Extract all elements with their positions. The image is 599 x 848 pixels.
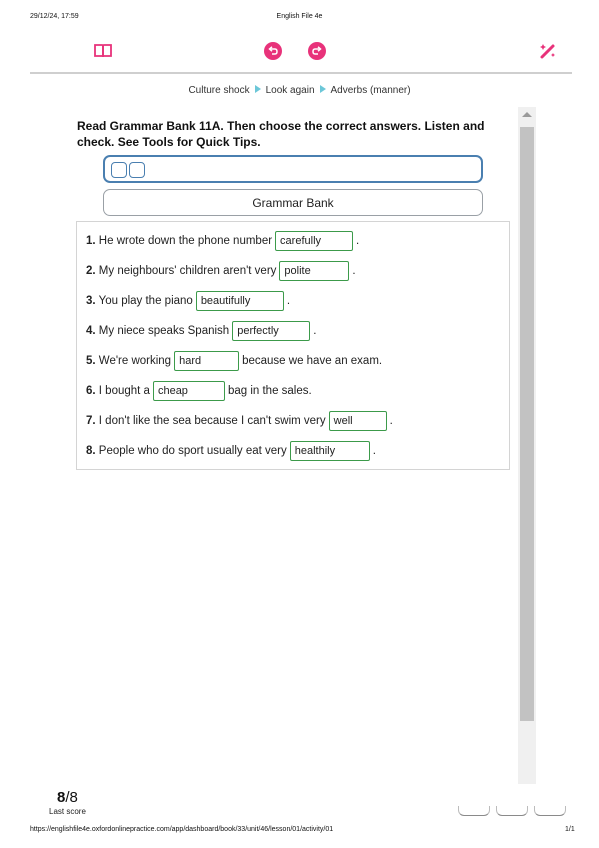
footer-button[interactable] bbox=[496, 806, 528, 816]
grammar-bank-button[interactable]: Grammar Bank bbox=[103, 189, 483, 216]
print-title: English File 4e bbox=[276, 13, 323, 20]
score-label: Last score bbox=[49, 807, 86, 816]
question-row: 3. You play the piano beautifully. bbox=[86, 290, 290, 312]
question-row: 1. He wrote down the phone number careful… bbox=[86, 230, 359, 252]
instructions: Read Grammar Bank 11A. Then choose the c… bbox=[77, 119, 485, 149]
footer-button[interactable] bbox=[534, 806, 566, 816]
breadcrumb: Culture shock Look again Adverbs (manner) bbox=[0, 85, 599, 96]
question-row: 6. I bought a cheap bag in the sales. bbox=[86, 380, 312, 402]
tool-toggle-icon[interactable] bbox=[129, 162, 145, 178]
answer-field[interactable]: hard bbox=[174, 350, 240, 371]
answer-field[interactable]: healthily bbox=[289, 440, 370, 461]
print-url: https://englishfile4e.oxfordonlinepracti… bbox=[30, 826, 334, 833]
question-row: 8. People who do sport usually eat very h… bbox=[86, 440, 376, 462]
tool-toggle-icon[interactable] bbox=[111, 162, 127, 178]
text-tools-bar bbox=[103, 155, 483, 183]
answer-field[interactable]: polite bbox=[279, 260, 350, 281]
question-row: 5. We're working hard because we have an e… bbox=[86, 350, 382, 372]
scrollbar-thumb[interactable] bbox=[520, 127, 534, 721]
footer-button[interactable] bbox=[458, 806, 490, 816]
question-row: 4. My niece speaks Spanish perfectly. bbox=[86, 320, 316, 342]
answer-field[interactable]: carefully bbox=[275, 230, 354, 251]
question-row: 2. My neighbours' children aren't very po… bbox=[86, 260, 356, 282]
breadcrumb-arrow-icon bbox=[254, 85, 261, 93]
breadcrumb-item[interactable]: Look again bbox=[266, 85, 315, 96]
questions-panel: 1. He wrote down the phone number careful… bbox=[76, 221, 510, 470]
breadcrumb-item[interactable]: Culture shock bbox=[188, 85, 249, 96]
question-row: 7. I don't like the sea because I can't … bbox=[86, 410, 393, 432]
toolbar bbox=[30, 38, 572, 74]
answer-field[interactable]: perfectly bbox=[232, 320, 311, 341]
breadcrumb-item: Adverbs (manner) bbox=[330, 85, 411, 96]
breadcrumb-arrow-icon bbox=[319, 85, 326, 93]
print-page-number: 1/1 bbox=[565, 826, 575, 833]
redo-icon[interactable] bbox=[306, 40, 328, 62]
magic-wand-icon[interactable] bbox=[537, 40, 559, 62]
answer-field[interactable]: beautifully bbox=[195, 290, 284, 311]
score: 8/8 bbox=[57, 789, 78, 806]
book-icon[interactable] bbox=[92, 40, 114, 62]
scrollbar[interactable] bbox=[518, 107, 536, 784]
scroll-up-arrow-icon[interactable] bbox=[522, 112, 532, 117]
undo-icon[interactable] bbox=[262, 40, 284, 62]
answer-field[interactable]: cheap bbox=[152, 380, 225, 401]
answer-field[interactable]: well bbox=[328, 410, 387, 431]
